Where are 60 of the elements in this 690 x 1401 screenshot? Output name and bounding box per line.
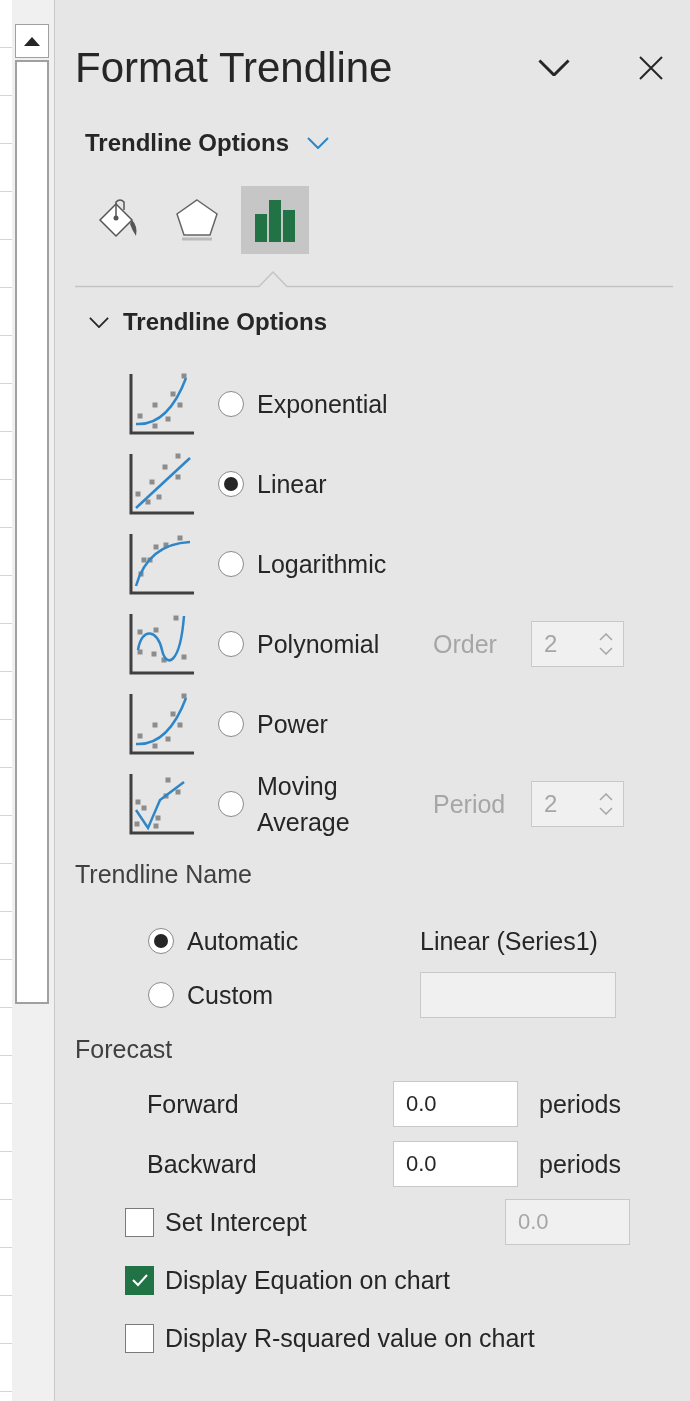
scroll-up-button[interactable] [15,24,49,58]
checkbox-label: Display Equation on chart [165,1265,451,1296]
radio-button[interactable] [218,631,244,657]
unit-label: periods [539,1089,621,1119]
checkbox-label: Set Intercept [165,1207,308,1238]
checkbox[interactable] [125,1265,154,1295]
pentagon-icon [174,197,220,243]
section-header[interactable]: Trendline Options [75,308,327,336]
up-caret-icon [599,793,613,801]
option-label: Custom [187,980,275,1011]
option-label: Linear [257,469,328,500]
option-label: Period [433,789,507,819]
name-field[interactable] [420,972,616,1018]
trendline-icon [128,452,194,516]
unit-label: periods [539,1149,621,1179]
radio-button[interactable] [148,982,174,1008]
trendline-icon [128,372,194,436]
pane-title: Format Trendline [75,43,394,92]
radio-button[interactable] [218,711,244,737]
field-label: Forward [147,1089,240,1120]
trendline-icon [128,692,194,756]
up-caret-icon [599,633,613,641]
option-label: Polynomial [257,629,381,660]
radio-button[interactable] [218,791,244,817]
input-field[interactable]: 0.0 [393,1081,518,1127]
option-label: Exponential [257,389,389,420]
option-label: Logarithmic [257,549,388,580]
section-label: Trendline Name [75,859,252,889]
option-label: Power [257,709,329,740]
chevron-down-icon [538,58,570,77]
down-caret-icon [599,647,613,655]
option-label: Order [433,629,498,659]
chevron-down-icon [89,316,109,328]
bar-chart-icon [253,198,297,242]
trendline-icon [128,772,194,836]
trendline-name-value: Linear (Series1) [420,926,598,956]
section-label: Forecast [75,1034,173,1064]
scrollbar-thumb[interactable] [15,60,49,1004]
checkbox[interactable] [125,1323,154,1353]
option-label: Moving Average [257,771,351,838]
trendline-icon [128,612,194,676]
checkbox-label: Display R-squared value on chart [165,1323,536,1354]
down-caret-icon [599,807,613,815]
check-icon [130,1273,149,1287]
checkbox[interactable] [125,1207,154,1237]
radio-button[interactable] [218,551,244,577]
collapse-button[interactable] [538,58,570,77]
radio-button[interactable] [218,471,244,497]
up-arrow-icon [23,36,41,46]
pane-tab[interactable] [241,186,309,254]
option-label: Automatic [187,926,300,957]
trendline-icon [128,532,194,596]
category-dropdown[interactable]: Trendline Options [85,129,329,157]
input-field[interactable]: 0.0 [393,1141,518,1187]
radio-button[interactable] [218,391,244,417]
radio-button[interactable] [148,928,174,954]
close-icon [638,54,664,81]
field-label: Backward [147,1149,258,1180]
chevron-down-icon [307,136,329,150]
close-button[interactable] [638,54,664,81]
